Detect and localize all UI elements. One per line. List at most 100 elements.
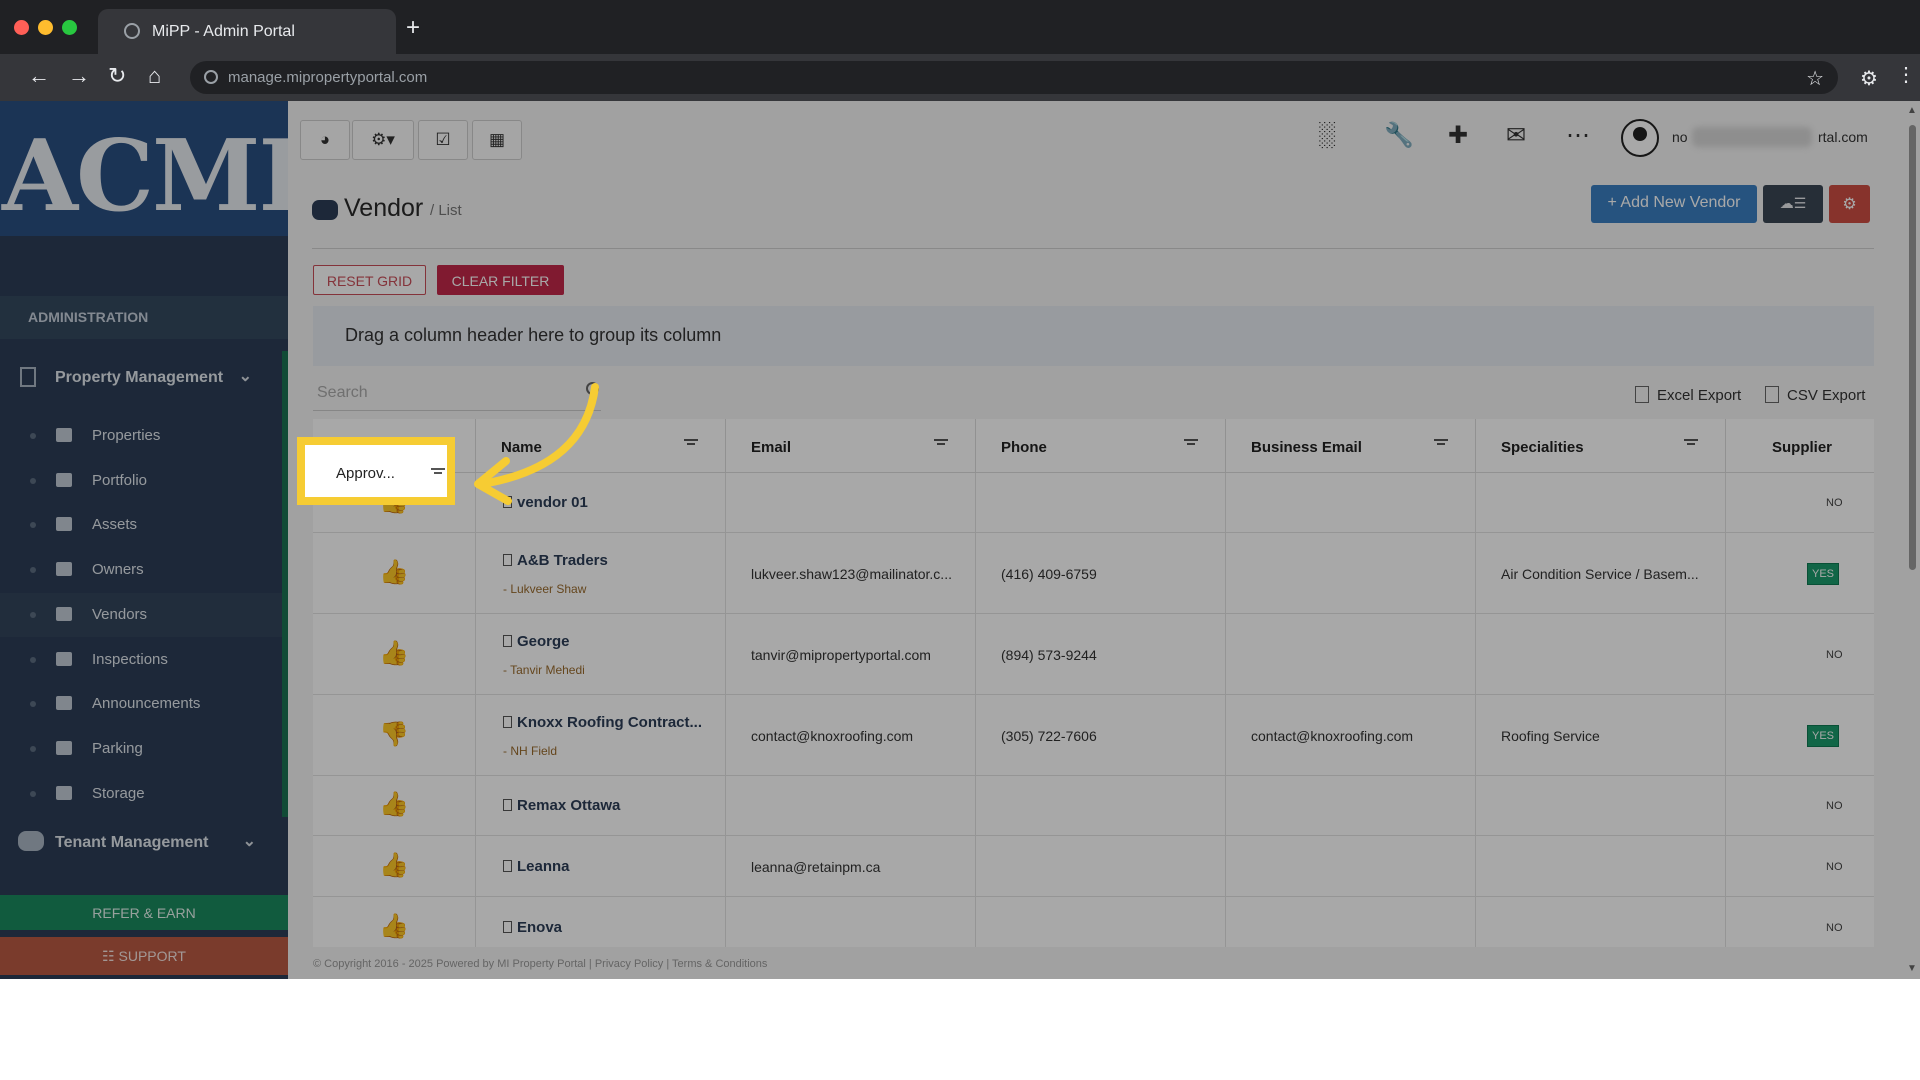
bookmark-star-icon[interactable]: ☆ <box>1806 66 1824 91</box>
sidebar-item-portfolio[interactable]: Portfolio <box>0 459 282 503</box>
reports-chart-icon[interactable]: ░ <box>1318 121 1335 149</box>
calculator-button[interactable]: ▦ <box>472 120 522 160</box>
group-drop-zone[interactable]: Drag a column header here to group its c… <box>313 306 1874 366</box>
sidebar-item-owners[interactable]: Owners <box>0 548 282 592</box>
table-cell <box>726 897 976 947</box>
sidebar-group-tenant-management[interactable]: Tenant Management ⌄ <box>0 819 282 869</box>
vendor-name-link[interactable]: vendor 01 <box>503 494 588 511</box>
csv-export-button[interactable]: CSV Export <box>1765 386 1865 404</box>
table-cell <box>1226 533 1476 613</box>
filter-icon[interactable] <box>1184 437 1198 451</box>
calendar-button[interactable]: ☑ <box>418 120 468 160</box>
user-email-prefix[interactable]: no <box>1672 129 1688 145</box>
filter-icon[interactable] <box>934 437 948 451</box>
sidebar-item-properties[interactable]: Properties <box>0 414 282 458</box>
address-bar[interactable]: manage.mipropertyportal.com ☆ <box>190 61 1838 94</box>
vendor-name-link[interactable]: George <box>503 633 570 650</box>
support-button[interactable]: ☷ SUPPORT <box>0 937 288 975</box>
import-export-button[interactable]: ☁☰ <box>1763 185 1823 223</box>
minimize-window-button[interactable] <box>38 20 53 35</box>
plus-icon[interactable]: ✚ <box>1448 121 1468 150</box>
avatar[interactable] <box>1621 119 1659 157</box>
site-info-icon[interactable] <box>204 70 218 84</box>
company-logo[interactable]: ACME <box>0 101 288 236</box>
scroll-down-icon[interactable]: ▼ <box>1907 963 1917 974</box>
forward-icon[interactable]: → <box>68 65 90 87</box>
dashboard-button[interactable]: ◕ <box>300 120 350 160</box>
sidebar-item-assets[interactable]: Assets <box>0 503 282 547</box>
thumbs-up-icon[interactable]: 👍 <box>379 912 409 941</box>
filter-icon[interactable] <box>684 437 698 451</box>
sidebar-item-inspections[interactable]: Inspections <box>0 638 282 682</box>
table-row[interactable]: 👍 George - Tanvir Mehedi tanvir@mipropertyp… <box>313 614 1874 695</box>
user-email-suffix[interactable]: rtal.com <box>1818 129 1868 145</box>
thumbs-down-icon[interactable]: 👎 <box>379 720 409 749</box>
reset-grid-button[interactable]: RESET GRID <box>313 265 426 295</box>
close-window-button[interactable] <box>14 20 29 35</box>
calculator-icon: ▦ <box>488 130 506 149</box>
add-new-vendor-button[interactable]: + Add New Vendor <box>1591 185 1757 223</box>
thumbs-up-icon[interactable]: 👍 <box>379 851 409 880</box>
table-cell <box>1726 695 1874 775</box>
excel-export-button[interactable]: Excel Export <box>1635 386 1741 404</box>
column-header-specialities[interactable]: Specialities <box>1476 419 1726 473</box>
back-icon[interactable]: ← <box>28 65 50 87</box>
mail-icon[interactable]: ✉ <box>1506 121 1526 150</box>
settings-dropdown-button[interactable]: ⚙▾ <box>352 120 414 160</box>
thumbs-up-icon[interactable]: 👍 <box>379 639 409 668</box>
browser-tab[interactable]: MiPP - Admin Portal <box>98 9 396 54</box>
vendor-name-link[interactable]: Leanna <box>503 858 570 875</box>
vendor-name-link[interactable]: Enova <box>503 919 562 936</box>
scroll-up-icon[interactable]: ▲ <box>1907 105 1917 116</box>
sidebar-item-announcements[interactable]: Announcements <box>0 682 282 726</box>
tab-title: MiPP - Admin Portal <box>152 23 295 40</box>
column-header-phone[interactable]: Phone <box>976 419 1226 473</box>
tree-dot <box>30 790 36 797</box>
thumbs-up-icon[interactable]: 👍 <box>379 558 409 587</box>
more-icon[interactable]: ⋯ <box>1566 121 1590 150</box>
table-row[interactable]: 👍 A&B Traders - Lukveer Shaw lukveer.shaw12… <box>313 533 1874 614</box>
browser-menu-icon[interactable]: ⋮ <box>1896 64 1916 86</box>
table-cell <box>1226 897 1476 947</box>
vendor-name-link[interactable]: Knoxx Roofing Contract... <box>503 714 702 731</box>
extensions-icon[interactable]: ⚙ <box>1860 66 1878 91</box>
new-tab-button[interactable]: + <box>406 16 420 40</box>
vendor-name: George <box>517 633 570 650</box>
building-icon <box>503 635 512 647</box>
vendor-name: Knoxx Roofing Contract... <box>517 714 702 731</box>
sidebar-item-storage[interactable]: Storage <box>0 772 282 816</box>
vendor-email: tanvir@mipropertyportal.com <box>751 647 931 663</box>
filter-icon[interactable] <box>1684 437 1698 451</box>
column-header-business-email[interactable]: Business Email <box>1226 419 1476 473</box>
portfolio-icon <box>56 472 72 487</box>
sidebar-item-parking[interactable]: Parking <box>0 727 282 771</box>
sidebar-item-vendors[interactable]: Vendors <box>0 592 282 637</box>
reload-icon[interactable]: ↻ <box>108 65 126 87</box>
page-scrollbar[interactable]: ▲ ▼ <box>1904 101 1920 979</box>
vendor-name-link[interactable]: Remax Ottawa <box>503 797 620 814</box>
footer-copyright: © Copyright 2016 - 2025 Powered by MI Pr… <box>313 958 768 970</box>
maximize-window-button[interactable] <box>62 20 77 35</box>
scrollbar-thumb[interactable] <box>1909 125 1916 570</box>
home-icon[interactable]: ⌂ <box>148 65 161 87</box>
table-row[interactable]: 👍 Remax Ottawa NO <box>313 776 1874 836</box>
vendor-contact: - Tanvir Mehedi <box>503 663 585 677</box>
table-row[interactable]: 👍 Leanna leanna@retainpm.ca NO <box>313 836 1874 897</box>
vendor-email: lukveer.shaw123@mailinator.c... <box>751 566 952 582</box>
tree-dot <box>30 433 36 439</box>
active-section-indicator <box>282 351 288 817</box>
thumbs-up-icon[interactable]: 👍 <box>379 790 409 819</box>
grid-settings-button[interactable]: ⚙ <box>1829 185 1870 223</box>
wrench-icon[interactable]: 🔧 <box>1384 121 1414 150</box>
refer-earn-button[interactable]: REFER & EARN <box>0 895 288 930</box>
column-label: Supplier <box>1772 439 1833 456</box>
table-row[interactable]: 👍 Enova NO <box>313 897 1874 947</box>
column-header-email[interactable]: Email <box>726 419 976 473</box>
table-row[interactable]: 👎 Knoxx Roofing Contract... - NH Field cont… <box>313 695 1874 776</box>
column-header-supplier[interactable]: Supplier <box>1726 419 1874 473</box>
highlighted-approved-header[interactable]: Approv... <box>297 437 455 505</box>
sidebar-group-property-management[interactable]: Property Management ⌄ <box>0 354 282 404</box>
vendor-name-link[interactable]: A&B Traders <box>503 552 608 569</box>
filter-icon[interactable] <box>1434 437 1448 451</box>
clear-filter-button[interactable]: CLEAR FILTER <box>437 265 564 295</box>
